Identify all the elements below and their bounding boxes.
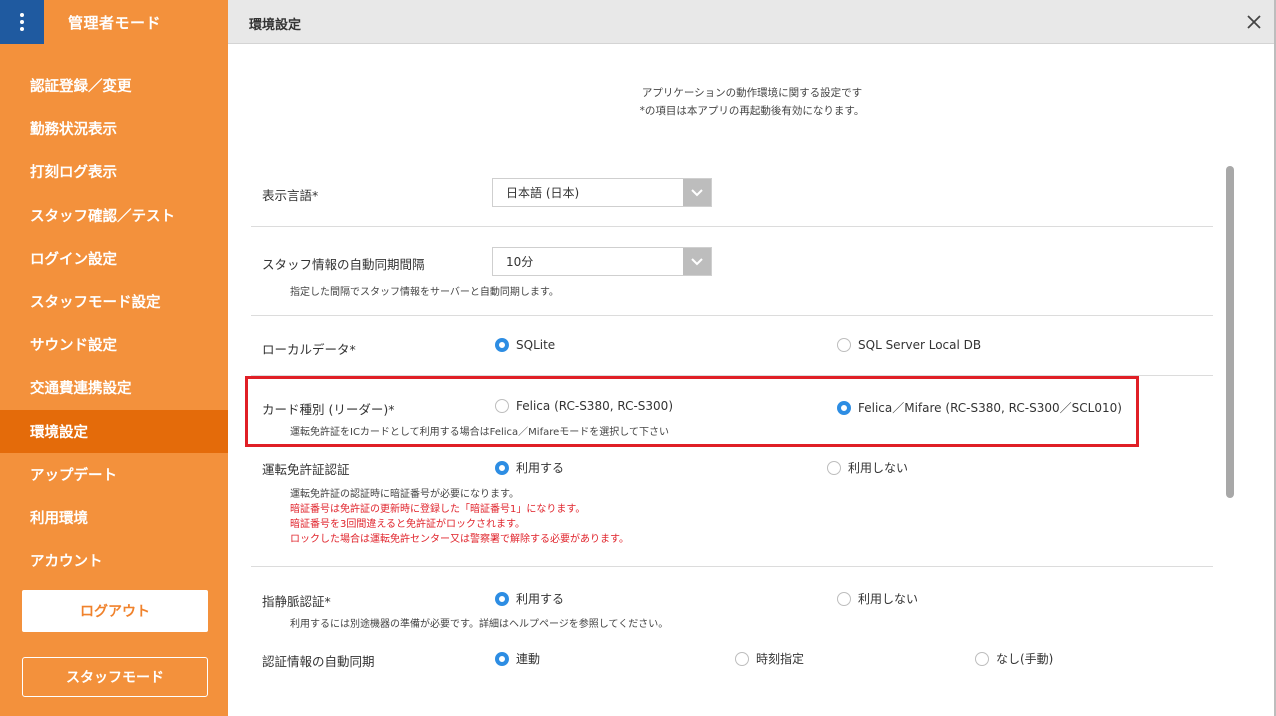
vein-auth-radio-not-use[interactable]: 利用しない [837,590,918,607]
sidebar-item-punch-log[interactable]: 打刻ログ表示 [0,150,228,193]
language-select-value: 日本語 (日本) [506,186,580,200]
radio-label: SQLite [516,338,556,352]
warning-line: 暗証番号を3回間違えると免許証がロックされます。 [290,519,526,530]
vein-auth-radio-use[interactable]: 利用する [495,590,564,607]
menu-button[interactable] [0,0,44,44]
radio-label: なし(手動) [996,652,1054,666]
sidebar-item-environment-settings[interactable]: 環境設定 [0,409,228,453]
chevron-down-icon [683,179,711,206]
sidebar-item-work-status[interactable]: 勤務状況表示 [0,107,228,150]
radio-label: 利用する [516,461,565,475]
license-auth-radio-use[interactable]: 利用する [495,459,564,476]
header: 環境設定 [228,0,1276,44]
radio-unchecked-icon [837,591,851,606]
logout-button[interactable]: ログアウト [22,590,208,632]
radio-unchecked-icon [735,651,749,666]
settings-content: アプリケーションの動作環境に関する設定です *の項目は本アプリの再起動後有効にな… [228,44,1276,716]
sidebar-item-account[interactable]: アカウント [0,539,228,582]
sidebar-item-usage-environment[interactable]: 利用環境 [0,496,228,539]
radio-unchecked-icon [975,651,989,666]
license-auth-note: 運転免許証の認証時に暗証番号が必要になります。 [290,489,519,500]
warning-line: ロックした場合は運転免許センター又は警察署で解除する必要があります。 [290,534,629,545]
sync-interval-label: スタッフ情報の自動同期間隔 [262,257,425,272]
close-icon [1247,15,1261,29]
license-auth-radio-not-use[interactable]: 利用しない [827,459,908,476]
vertical-dots-icon [20,13,24,31]
radio-label: 連動 [516,652,541,666]
local-data-radio-sqlite[interactable]: SQLite [495,338,555,352]
language-select[interactable]: 日本語 (日本) [492,178,712,207]
page-title: 環境設定 [249,18,302,33]
radio-label: 利用する [516,592,565,606]
license-auth-warning: 暗証番号は免許証の更新時に登録した「暗証番号1」になります。 暗証番号を3回間違… [290,502,629,547]
radio-unchecked-icon [837,338,851,352]
sidebar-item-login-settings[interactable]: ログイン設定 [0,237,228,280]
language-label: 表示言語* [262,188,319,203]
sidebar-item-staff-check[interactable]: スタッフ確認／テスト [0,194,228,237]
radio-checked-icon [495,651,509,666]
vertical-scrollbar[interactable] [1226,166,1234,498]
radio-label: 利用しない [848,461,909,475]
radio-checked-icon [495,460,509,475]
sync-interval-select[interactable]: 10分 [492,247,712,276]
sidebar-item-update[interactable]: アップデート [0,453,228,496]
auto-sync-radio-none[interactable]: なし(手動) [975,650,1053,667]
sidebar-item-transport-settings[interactable]: 交通費連携設定 [0,366,228,409]
license-auth-label: 運転免許証認証 [262,462,350,477]
sidebar-nav: 認証登録／変更 勤務状況表示 打刻ログ表示 スタッフ確認／テスト ログイン設定 … [0,64,228,582]
divider [251,566,1213,567]
sidebar-item-sound-settings[interactable]: サウンド設定 [0,323,228,366]
divider [251,315,1213,316]
highlight-box [245,376,1139,447]
sidebar-item-auth-registration[interactable]: 認証登録／変更 [0,64,228,107]
sidebar: 管理者モード 認証登録／変更 勤務状況表示 打刻ログ表示 スタッフ確認／テスト … [0,0,228,716]
warning-line: 暗証番号は免許証の更新時に登録した「暗証番号1」になります。 [290,504,586,515]
intro-line-2: *の項目は本アプリの再起動後有効になります。 [639,105,865,117]
radio-unchecked-icon [827,460,841,475]
radio-label: SQL Server Local DB [858,338,982,352]
sync-interval-note: 指定した間隔でスタッフ情報をサーバーと自動同期します。 [290,287,559,298]
divider [251,226,1213,227]
vein-auth-label: 指静脈認証* [262,594,331,609]
radio-label: 利用しない [858,592,919,606]
close-button[interactable] [1232,0,1276,44]
vein-auth-note: 利用するには別途機器の準備が必要です。詳細はヘルプページを参照してください。 [290,619,669,630]
sidebar-title: 管理者モード [68,14,162,32]
auto-sync-label: 認証情報の自動同期 [262,654,375,669]
radio-label: 時刻指定 [756,652,805,666]
auto-sync-radio-time[interactable]: 時刻指定 [735,650,804,667]
radio-checked-icon [495,338,509,352]
intro-text: アプリケーションの動作環境に関する設定です *の項目は本アプリの再起動後有効にな… [228,84,1276,120]
chevron-down-icon [683,248,711,275]
staff-mode-button[interactable]: スタッフモード [22,657,208,697]
local-data-radio-sqlserver[interactable]: SQL Server Local DB [837,338,981,352]
sync-interval-select-value: 10分 [506,255,534,269]
sidebar-item-staff-mode-settings[interactable]: スタッフモード設定 [0,280,228,323]
local-data-label: ローカルデータ* [262,342,356,357]
intro-line-1: アプリケーションの動作環境に関する設定です [641,87,863,99]
radio-checked-icon [495,591,509,606]
auto-sync-radio-linked[interactable]: 連動 [495,650,540,667]
